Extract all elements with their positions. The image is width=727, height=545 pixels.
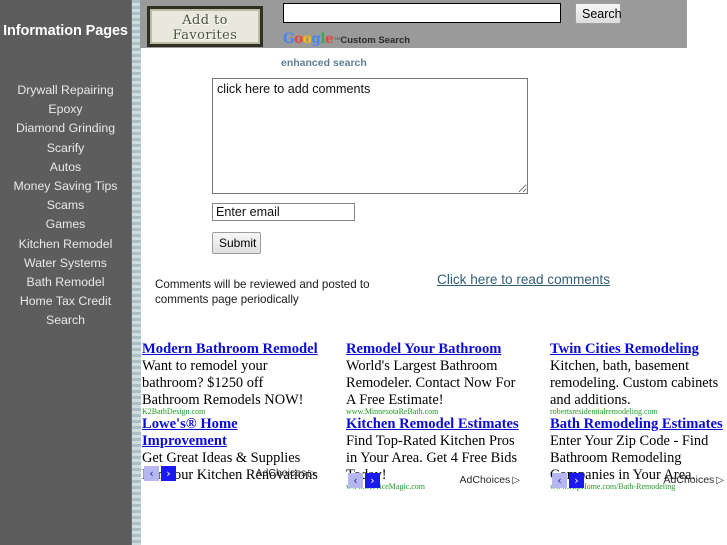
sidebar-item-epoxy[interactable]: Epoxy	[0, 100, 131, 119]
sidebar-item-water-systems[interactable]: Water Systems	[0, 254, 131, 273]
ad-title-link[interactable]: Lowe's® Home Improvement	[142, 416, 318, 450]
chevron-right-icon[interactable]: ›	[161, 466, 176, 481]
chevron-right-icon[interactable]: ›	[365, 473, 380, 488]
add-to-favorites-label: Add to Favorites	[150, 11, 260, 43]
ad-title-link[interactable]: Bath Remodeling Estimates	[550, 416, 726, 433]
email-input[interactable]	[212, 203, 355, 221]
sidebar-item-bath-remodel[interactable]: Bath Remodel	[0, 273, 131, 292]
adchoices-label: AdChoices	[459, 474, 511, 486]
ad-description: World's Largest Bathroom Remodeler. Cont…	[346, 358, 516, 408]
ad-description: Kitchen, bath, basement remodeling. Cust…	[550, 358, 719, 408]
adchoices-label: AdChoices	[663, 474, 715, 486]
ad-column: Remodel Your Bathroom World's Largest Bat…	[346, 341, 522, 491]
sidebar-item-home-tax-credit[interactable]: Home Tax Credit	[0, 292, 131, 311]
sidebar-item-scarify[interactable]: Scarify	[0, 139, 131, 158]
ad-footer: ‹ › AdChoices ▷	[346, 473, 522, 489]
sidebar-title: Information Pages	[3, 23, 128, 39]
ad-pager: ‹ ›	[348, 473, 380, 488]
sidebar-item-games[interactable]: Games	[0, 215, 131, 234]
sidebar-item-money-saving-tips[interactable]: Money Saving Tips	[0, 177, 131, 196]
chevron-left-icon[interactable]: ‹	[144, 466, 159, 481]
adchoices-link[interactable]: AdChoices ▷	[256, 467, 316, 479]
sidebar-nav: Drywall Repairing Epoxy Diamond Grinding Sc…	[0, 81, 131, 331]
search-button[interactable]: Search	[575, 3, 622, 24]
ad-display-url: www.MinnesotaReBath.com	[346, 408, 439, 416]
ad-description: Want to remodel your bathroom? $1250 off…	[142, 358, 304, 408]
ad-block: Twin Cities Remodeling Kitchen, bath, bas…	[550, 341, 726, 416]
sidebar-item-drywall-repairing[interactable]: Drywall Repairing	[0, 81, 131, 100]
add-to-favorites-button[interactable]: Add to Favorites	[147, 6, 263, 47]
sidebar-item-autos[interactable]: Autos	[0, 158, 131, 177]
sidebar-item-diamond-grinding[interactable]: Diamond Grinding	[0, 119, 131, 138]
adchoices-triangle-icon: ▷	[716, 475, 724, 486]
ad-column: Modern Bathroom Remodel Want to remodel y…	[142, 341, 318, 484]
submit-button[interactable]: Submit	[212, 232, 261, 254]
ad-block: Remodel Your Bathroom World's Largest Bat…	[346, 341, 522, 416]
chevron-left-icon[interactable]: ‹	[348, 473, 363, 488]
ad-display-url: K2BathDesign.com	[142, 408, 206, 416]
ad-pager: ‹ ›	[552, 473, 584, 488]
adchoices-label: AdChoices	[255, 467, 307, 479]
ad-footer: ‹ › AdChoices ▷	[142, 466, 318, 482]
search-input[interactable]	[283, 3, 561, 23]
ad-area: Modern Bathroom Remodel Want to remodel y…	[140, 341, 727, 545]
comment-review-notice: Comments will be reviewed and posted to …	[155, 278, 370, 306]
ad-pager: ‹ ›	[144, 466, 176, 481]
custom-search-label: Custom Search	[340, 35, 411, 46]
chevron-right-icon[interactable]: ›	[569, 473, 584, 488]
add-to-favorites-line1: Add to	[182, 12, 228, 28]
sidebar-item-kitchen-remodel[interactable]: Kitchen Remodel	[0, 235, 131, 254]
google-logo-icon: Google	[283, 31, 334, 47]
ad-column: Twin Cities Remodeling Kitchen, bath, bas…	[550, 341, 726, 491]
google-custom-search-branding: Google™Custom Search	[283, 31, 411, 47]
ad-title-link[interactable]: Modern Bathroom Remodel	[142, 341, 318, 358]
ad-footer: ‹ › AdChoices ▷	[550, 473, 726, 489]
ad-display-url: robertsresidentialremodeling.com	[550, 408, 658, 416]
adchoices-triangle-icon: ▷	[512, 475, 520, 486]
read-comments-link[interactable]: Click here to read comments	[437, 272, 610, 287]
adchoices-link[interactable]: AdChoices ▷	[460, 474, 520, 486]
ad-title-link[interactable]: Twin Cities Remodeling	[550, 341, 726, 358]
sidebar: Information Pages Drywall Repairing Epoxy…	[0, 0, 131, 545]
ad-title-link[interactable]: Kitchen Remodel Estimates	[346, 416, 522, 433]
adchoices-link[interactable]: AdChoices ▷	[664, 474, 724, 486]
add-to-favorites-line2: Favorites	[172, 27, 238, 43]
ad-block: Modern Bathroom Remodel Want to remodel y…	[142, 341, 318, 416]
chevron-left-icon[interactable]: ‹	[552, 473, 567, 488]
sidebar-item-search[interactable]: Search	[0, 311, 131, 330]
comment-textarea[interactable]: click here to add comments	[212, 78, 528, 194]
ad-title-link[interactable]: Remodel Your Bathroom	[346, 341, 522, 358]
sidebar-item-scams[interactable]: Scams	[0, 196, 131, 215]
adchoices-triangle-icon: ▷	[308, 468, 316, 479]
enhanced-search-link[interactable]: enhanced search	[281, 57, 367, 69]
